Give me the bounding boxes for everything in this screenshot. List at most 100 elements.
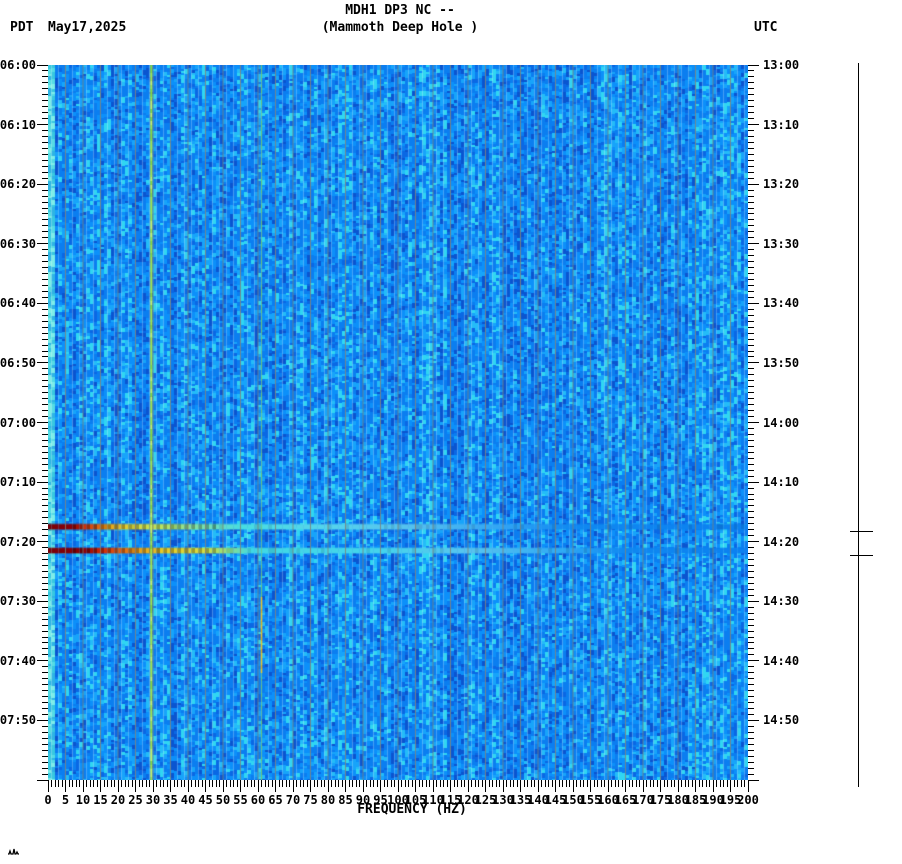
y-axis-tick-left	[42, 702, 48, 704]
x-axis-tick	[338, 780, 339, 787]
x-axis-tick	[121, 780, 122, 787]
x-axis-tick	[82, 780, 84, 792]
y-axis-tick-left	[42, 743, 48, 745]
y-axis-label-right: 13:30	[763, 236, 800, 251]
y-axis-tick-left	[42, 648, 48, 650]
y-axis-tick-right	[748, 189, 754, 191]
page-subtitle: (Mammoth Deep Hole )	[321, 20, 479, 35]
x-axis-tick	[660, 780, 661, 792]
x-axis-tick	[712, 780, 714, 792]
x-axis-tick	[345, 780, 346, 792]
trace-line	[857, 63, 859, 787]
x-axis-tick	[285, 780, 287, 787]
x-axis-tick	[313, 780, 315, 787]
y-axis-tick-right	[748, 284, 754, 286]
y-axis-label-right: 13:10	[763, 117, 800, 132]
y-axis-tick-left	[42, 523, 48, 525]
x-axis-tick	[653, 780, 654, 787]
x-axis-tick	[446, 780, 448, 787]
y-axis-tick-left	[42, 380, 48, 382]
y-axis-tick-right	[748, 427, 754, 429]
y-axis-tick-left	[37, 422, 48, 423]
y-axis-tick-right	[748, 469, 754, 471]
y-axis-tick-left	[37, 660, 48, 662]
y-axis-label-left: 07:20	[0, 534, 36, 549]
y-axis-tick-left	[42, 588, 48, 590]
x-axis-tick	[89, 780, 91, 787]
y-axis-tick-right	[748, 737, 754, 739]
y-axis-tick-left	[42, 267, 48, 269]
y-axis-tick-left	[42, 314, 48, 316]
x-axis-tick-label: 65	[268, 793, 283, 807]
y-axis-tick-right	[748, 654, 754, 656]
x-axis-tick	[348, 780, 350, 787]
x-axis-tick	[93, 780, 94, 787]
x-axis-tick	[191, 780, 192, 787]
y-axis-tick-left	[42, 672, 48, 674]
y-axis-tick-left	[42, 249, 48, 251]
x-axis-tick	[243, 780, 245, 787]
x-axis-tick	[222, 780, 224, 792]
y-axis-tick-right	[748, 225, 754, 227]
x-axis-tick-label: 15	[93, 793, 108, 807]
y-axis-tick-left	[42, 326, 48, 328]
y-axis-tick-right	[748, 201, 754, 203]
y-axis-label-left: 06:30	[0, 236, 36, 251]
x-axis-tick	[117, 780, 119, 792]
x-axis-tick-label: 70	[285, 793, 301, 807]
y-axis-tick-left	[42, 130, 48, 132]
y-axis-tick-left	[42, 469, 48, 471]
x-axis-tick	[201, 780, 203, 787]
y-axis-tick-right	[748, 463, 754, 465]
y-axis-label-left: 07:40	[0, 653, 36, 668]
x-axis-tick	[478, 780, 479, 787]
y-axis-label-left: 06:20	[0, 177, 36, 192]
y-axis-tick-left	[42, 404, 48, 406]
y-axis-tick-left	[37, 64, 48, 66]
x-axis-tick	[404, 780, 406, 787]
y-axis-tick-right	[748, 767, 754, 769]
x-axis-tick	[450, 780, 451, 792]
y-axis-tick-left	[37, 183, 48, 185]
y-axis-tick-left	[42, 570, 48, 572]
x-axis-tick	[719, 780, 721, 787]
y-axis-tick-left	[42, 410, 48, 412]
y-axis-tick-right	[748, 725, 754, 727]
y-axis-tick-right	[748, 606, 754, 608]
y-axis-tick-left	[42, 690, 48, 692]
y-axis-tick-right	[748, 559, 754, 561]
y-axis-label-left: 06:00	[0, 58, 36, 72]
x-axis-tick	[593, 780, 595, 787]
y-axis-tick-right	[748, 368, 754, 370]
y-axis-tick-right	[748, 136, 754, 137]
y-axis-tick-right	[748, 761, 754, 763]
x-axis-tick	[96, 780, 98, 787]
x-axis-tick	[61, 780, 63, 787]
y-axis-tick-left	[42, 332, 48, 334]
x-axis-tick	[366, 780, 367, 787]
x-axis-tick	[740, 780, 742, 787]
y-axis-tick-right	[748, 648, 754, 650]
x-axis-tick	[604, 780, 605, 787]
x-axis-tick	[180, 780, 182, 787]
y-axis-tick-right	[748, 231, 754, 233]
x-axis-tick	[481, 780, 483, 787]
x-axis-tick-label: 35	[163, 793, 178, 807]
y-axis-tick-right	[748, 124, 759, 126]
y-axis-tick-right	[748, 153, 754, 155]
y-axis-tick-right	[748, 523, 754, 525]
y-axis-tick-right	[748, 624, 754, 626]
x-axis-tick	[236, 780, 238, 787]
x-axis-tick	[278, 780, 280, 787]
spectrogram-page: PDT May17,2025 MDH1 DP3 NC -- (Mammoth D…	[0, 0, 902, 864]
y-axis-tick-right	[748, 505, 754, 507]
x-axis-tick	[229, 780, 231, 787]
y-axis-tick-right	[748, 630, 754, 632]
x-axis-tick	[271, 780, 273, 787]
x-axis-tick-label: 85	[338, 793, 353, 807]
y-axis-tick-left	[37, 719, 48, 721]
x-axis-tick	[646, 780, 647, 787]
y-axis-tick-left	[37, 124, 48, 126]
y-axis-tick-left	[42, 630, 48, 632]
y-axis-tick-right	[748, 719, 759, 721]
